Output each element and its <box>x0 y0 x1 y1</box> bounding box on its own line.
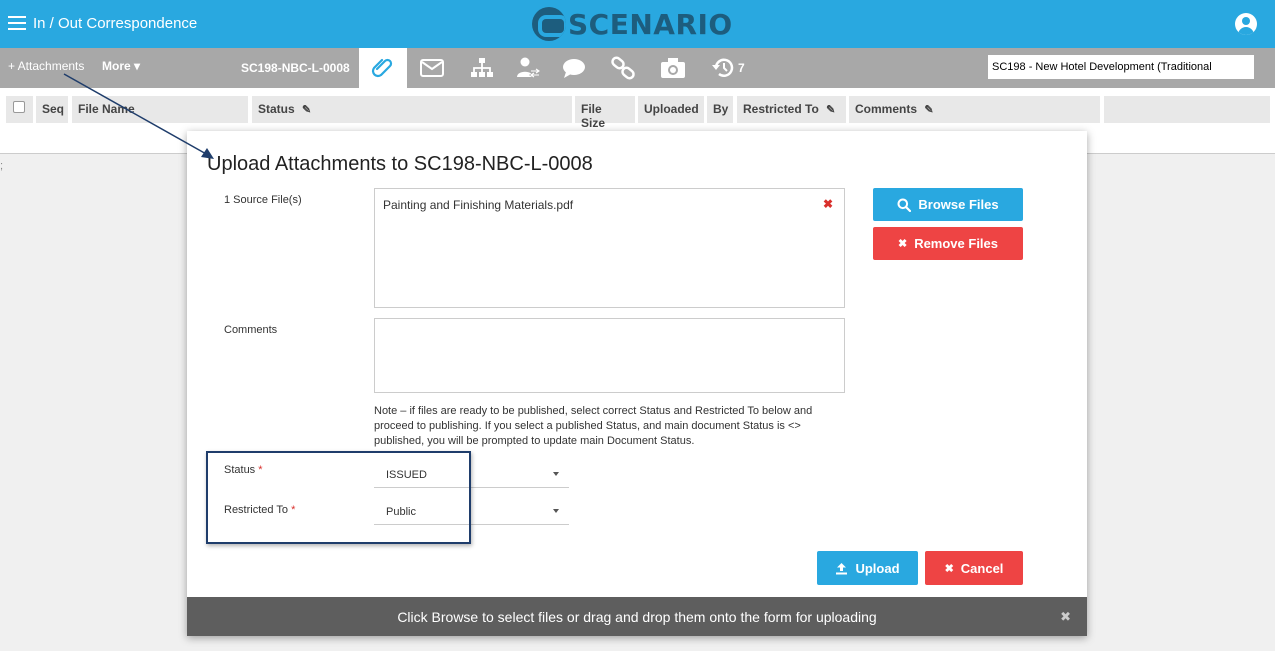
caret-down-icon <box>553 472 559 476</box>
logo-mark-icon <box>532 7 566 41</box>
user-icon[interactable] <box>1235 13 1257 35</box>
caret-down-icon <box>553 509 559 513</box>
upload-label: Upload <box>855 560 900 576</box>
comments-label: Comments <box>224 324 278 336</box>
comment-icon[interactable] <box>561 56 587 80</box>
pencil-icon: ✎ <box>826 104 836 116</box>
app-header: In / Out Correspondence SCENARIO <box>0 0 1275 48</box>
select-all-checkbox[interactable] <box>13 101 25 113</box>
stray-text: ; <box>0 160 4 172</box>
column-header-file-size[interactable]: File Size <box>575 96 635 130</box>
source-file-list[interactable]: Painting and Finishing Materials.pdf ✖ <box>374 188 845 308</box>
upload-icon <box>836 562 848 574</box>
close-icon[interactable]: ✖ <box>1060 609 1071 625</box>
user-transfer-icon[interactable] <box>515 56 541 80</box>
paperclip-icon[interactable] <box>370 56 396 80</box>
upload-attachments-dialog: Upload Attachments to SC198-NBC-L-0008 1… <box>187 131 1087 636</box>
search-icon <box>897 198 912 212</box>
attachments-button[interactable]: + Attachments <box>8 59 84 73</box>
source-files-label: 1 Source File(s) <box>224 194 302 206</box>
pencil-icon: ✎ <box>924 104 934 116</box>
column-header-by[interactable]: By <box>707 96 733 123</box>
select-all-header <box>6 96 33 123</box>
menu-icon[interactable] <box>8 16 26 30</box>
column-header-extra <box>1104 96 1270 123</box>
project-selector[interactable]: SC198 - New Hotel Development (Tradition… <box>988 55 1254 79</box>
remove-files-label: Remove Files <box>914 236 999 251</box>
upload-button[interactable]: Upload <box>817 551 918 585</box>
column-header-file-name[interactable]: File Name <box>72 96 248 123</box>
app-title: In / Out Correspondence <box>33 15 198 32</box>
dialog-title: Upload Attachments to SC198-NBC-L-0008 <box>207 153 593 175</box>
publish-note: Note – if files are ready to be publishe… <box>374 405 813 447</box>
scenario-logo: SCENARIO <box>532 6 733 42</box>
dropzone-hint-text: Click Browse to select files or drag and… <box>397 608 877 625</box>
cancel-button[interactable]: ✖ Cancel <box>925 551 1023 585</box>
comments-input[interactable] <box>374 318 845 393</box>
column-header-seq[interactable]: Seq <box>36 96 68 123</box>
document-number: SC198-NBC-L-0008 <box>241 61 350 75</box>
hierarchy-icon[interactable] <box>469 56 495 80</box>
column-header-comments-label: Comments <box>855 102 918 116</box>
cancel-label: Cancel <box>960 560 1004 576</box>
remove-file-icon[interactable]: ✖ <box>823 197 833 211</box>
envelope-icon[interactable] <box>419 56 445 80</box>
column-header-status-label: Status <box>258 102 295 116</box>
document-toolbar: + Attachments More ▾ SC198-NBC-L-0008 7 … <box>0 48 1275 88</box>
column-header-restricted-label: Restricted To <box>743 102 819 116</box>
link-icon[interactable] <box>610 56 636 80</box>
browse-files-button[interactable]: Browse Files <box>873 188 1023 221</box>
camera-icon[interactable] <box>660 56 686 80</box>
browse-files-label: Browse Files <box>918 197 999 212</box>
logo-text: SCENARIO <box>568 7 733 41</box>
pencil-icon: ✎ <box>302 104 312 116</box>
times-icon: ✖ <box>944 562 954 575</box>
column-header-status[interactable]: Status ✎ <box>252 96 572 123</box>
file-list-item: Painting and Finishing Materials.pdf <box>383 198 574 212</box>
times-icon: ✖ <box>897 238 908 250</box>
history-icon[interactable] <box>711 56 737 80</box>
dropzone-hint-bar: Click Browse to select files or drag and… <box>187 597 1087 636</box>
annotation-highlight-box <box>206 451 471 544</box>
history-count: 7 <box>738 61 745 75</box>
column-header-restricted-to[interactable]: Restricted To ✎ <box>737 96 846 123</box>
remove-files-button[interactable]: ✖ Remove Files <box>873 227 1023 260</box>
column-header-uploaded[interactable]: Uploaded <box>638 96 704 123</box>
more-menu-button[interactable]: More ▾ <box>102 59 140 73</box>
column-header-comments[interactable]: Comments ✎ <box>849 96 1100 123</box>
